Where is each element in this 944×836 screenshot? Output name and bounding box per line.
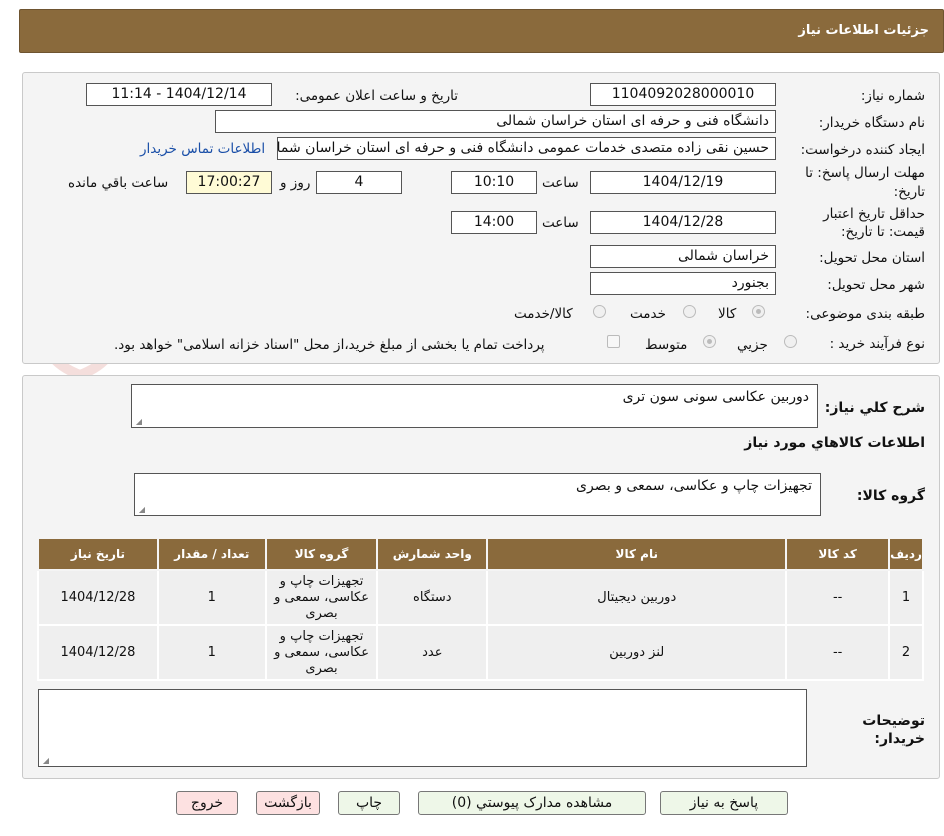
col-item-name: نام کالا: [486, 537, 788, 571]
table-row: 1 -- دوربین دیجیتال دستگاه تجهیزات چاپ و…: [37, 569, 924, 626]
deadline-label-date: تاریخ:: [893, 184, 925, 200]
cell-need-date: 1404/12/28: [37, 624, 159, 681]
buyer-notes-label-2: خریدار:: [874, 731, 925, 747]
cell-row-number: 1: [888, 569, 924, 626]
general-desc-text: دوربین عکاسی سونی سون تری: [622, 389, 809, 405]
table-row: 2 -- لنز دوربین عدد تجهیزات چاپ و عکاسی،…: [37, 624, 924, 681]
cell-unit: عدد: [376, 624, 489, 681]
province-label: استان محل تحویل:: [819, 250, 925, 266]
treasury-checkbox[interactable]: [607, 335, 620, 348]
exit-button[interactable]: خروج: [176, 791, 238, 815]
buyer-contact-link[interactable]: اطلاعات تماس خریدار: [140, 141, 265, 157]
col-quantity: تعداد / مقدار: [156, 537, 267, 571]
buyer-org-label: نام دستگاه خریدار:: [818, 115, 925, 131]
goods-group-text: تجهیزات چاپ و عکاسی، سمعی و بصری: [576, 478, 812, 494]
deadline-time-field[interactable]: 10:10: [451, 171, 537, 194]
requester-field[interactable]: حسین نقی زاده متصدی خدمات عمومی دانشگاه …: [277, 137, 776, 160]
days-label: روز و: [280, 175, 311, 191]
buyer-org-field[interactable]: دانشگاه فنی و حرفه ای استان خراسان شمالی: [215, 110, 776, 133]
category-option-service: خدمت: [630, 306, 666, 322]
validity-date-field[interactable]: 1404/12/28: [590, 211, 776, 234]
general-desc-label: شرح کلي نیاز:: [824, 400, 925, 416]
cell-unit: دستگاه: [376, 569, 489, 626]
process-option-minor: جزیي: [737, 337, 768, 353]
cell-item-code: --: [785, 624, 891, 681]
resize-handle-icon[interactable]: ◢: [41, 757, 49, 765]
col-row-number: ردیف: [888, 537, 924, 571]
col-need-date: تاریخ نیاز: [37, 537, 159, 571]
requester-label: ایجاد کننده درخواست:: [800, 142, 925, 158]
process-option-medium: متوسط: [645, 337, 688, 353]
cell-quantity: 1: [156, 569, 267, 626]
deadline-time-label: ساعت: [542, 175, 579, 191]
cell-item-name: دوربین دیجیتال: [486, 569, 788, 626]
announce-date-label: تاریخ و ساعت اعلان عمومی:: [295, 88, 458, 104]
view-attachments-button[interactable]: مشاهده مدارک پیوستي (0): [418, 791, 646, 815]
category-option-goods-service: کالا/خدمت: [514, 306, 573, 322]
goods-group-textarea[interactable]: تجهیزات چاپ و عکاسی، سمعی و بصری ◢: [134, 473, 821, 516]
print-button[interactable]: چاپ: [338, 791, 400, 815]
reply-button[interactable]: پاسخ به نیاز: [660, 791, 788, 815]
goods-info-title: اطلاعات کالاهاي مورد نیاز: [744, 435, 925, 451]
validity-label-date: قیمت: تا تاریخ:: [841, 224, 925, 240]
need-number-label: شماره نیاز:: [860, 88, 925, 104]
category-radio-goods[interactable]: [752, 305, 765, 318]
city-label: شهر محل تحویل:: [827, 277, 925, 293]
buyer-notes-textarea[interactable]: ◢: [38, 689, 807, 767]
deadline-label: مهلت ارسال پاسخ: تا: [805, 165, 925, 181]
goods-group-label: گروه کالا:: [856, 488, 925, 504]
treasury-payment-note: پرداخت تمام یا بخشی از مبلغ خرید،از محل …: [114, 337, 545, 353]
back-button[interactable]: بازگشت: [256, 791, 320, 815]
deadline-date-field[interactable]: 1404/12/19: [590, 171, 776, 194]
remaining-time-field[interactable]: 17:00:27: [186, 171, 272, 194]
cell-quantity: 1: [156, 624, 267, 681]
category-radio-service[interactable]: [683, 305, 696, 318]
cell-item-code: --: [785, 569, 891, 626]
page-title: جزئیات اطلاعات نیاز: [798, 23, 929, 38]
announce-date-field[interactable]: 1404/12/14 - 11:14: [86, 83, 272, 106]
process-type-label: نوع فرآیند خرید :: [829, 336, 925, 352]
resize-handle-icon[interactable]: ◢: [134, 418, 142, 426]
cell-item-group: تجهیزات چاپ و عکاسی، سمعی و بصری: [264, 569, 379, 626]
category-option-goods: کالا: [718, 306, 737, 322]
buyer-notes-label: توضیحات: [862, 713, 925, 729]
validity-time-label: ساعت: [542, 215, 579, 231]
goods-table: ردیف کد کالا نام کالا واحد شمارش گروه کا…: [37, 537, 924, 681]
cell-item-group: تجهیزات چاپ و عکاسی، سمعی و بصری: [264, 624, 379, 681]
process-radio-medium[interactable]: [703, 335, 716, 348]
days-remaining-field[interactable]: 4: [316, 171, 402, 194]
category-label: طبقه بندی موضوعی:: [805, 306, 925, 322]
city-field[interactable]: بجنورد: [590, 272, 776, 295]
cell-row-number: 2: [888, 624, 924, 681]
remaining-time-label: ساعت باقي مانده: [68, 175, 169, 191]
need-number-field[interactable]: 1104092028000010: [590, 83, 776, 106]
cell-need-date: 1404/12/28: [37, 569, 159, 626]
col-item-code: کد کالا: [785, 537, 891, 571]
process-radio-minor[interactable]: [784, 335, 797, 348]
validity-label: حداقل تاریخ اعتبار: [823, 206, 925, 222]
category-radio-goods-service[interactable]: [593, 305, 606, 318]
province-field[interactable]: خراسان شمالی: [590, 245, 776, 268]
validity-time-field[interactable]: 14:00: [451, 211, 537, 234]
col-unit: واحد شمارش: [376, 537, 489, 571]
page-header: جزئیات اطلاعات نیاز: [19, 9, 944, 53]
general-desc-textarea[interactable]: دوربین عکاسی سونی سون تری ◢: [131, 384, 818, 428]
col-item-group: گروه کالا: [264, 537, 379, 571]
goods-table-header: ردیف کد کالا نام کالا واحد شمارش گروه کا…: [37, 537, 924, 571]
cell-item-name: لنز دوربین: [486, 624, 788, 681]
resize-handle-icon[interactable]: ◢: [137, 506, 145, 514]
